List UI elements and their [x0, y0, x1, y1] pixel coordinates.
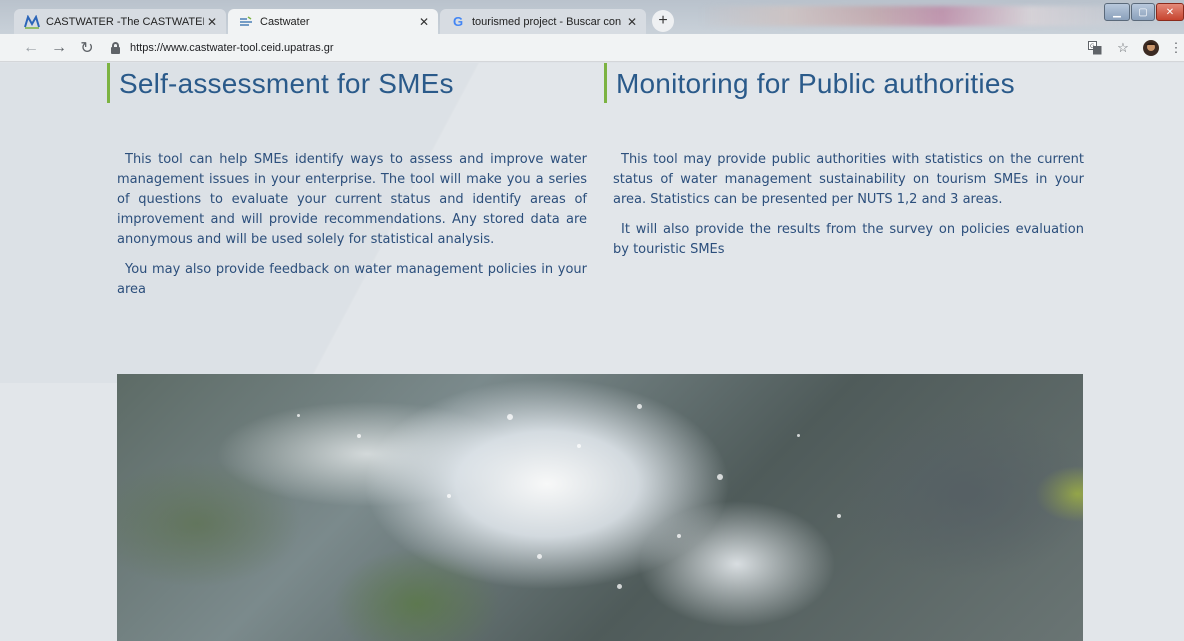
- tab-title: CASTWATER -The CASTWATER t: [46, 15, 204, 28]
- menu-icon[interactable]: ⋮: [1170, 39, 1183, 57]
- monitoring-description: This tool may provide public authorities…: [613, 152, 1084, 207]
- self-assessment-feedback-text: You may also provide feedback on water m…: [117, 262, 587, 297]
- bookmark-star-icon[interactable]: ☆: [1114, 39, 1132, 57]
- tab-title: Castwater: [260, 15, 310, 28]
- url-text: https://www.castwater-tool.ceid.upatras.…: [130, 42, 334, 54]
- monitoring-survey-text: It will also provide the results from th…: [613, 222, 1084, 257]
- svg-text:G: G: [1090, 43, 1095, 50]
- address-bar: ← → ↻ https://www.castwater-tool.ceid.up…: [0, 34, 1184, 62]
- minimize-button[interactable]: ▁: [1104, 3, 1130, 21]
- forward-arrow-icon[interactable]: →: [48, 37, 70, 59]
- self-assessment-title[interactable]: Self-assessment for SMEs: [107, 63, 587, 103]
- window-close-button[interactable]: ✕: [1156, 3, 1184, 21]
- close-icon[interactable]: ✕: [624, 14, 640, 30]
- monitoring-section: Monitoring for Public authorities This t…: [604, 63, 1084, 270]
- page-content: Self-assessment for SMEs This tool can h…: [0, 63, 1184, 641]
- lock-icon: [110, 42, 122, 54]
- tab-castwater-project[interactable]: CASTWATER -The CASTWATER t ✕: [14, 9, 226, 34]
- back-arrow-icon[interactable]: ←: [20, 37, 42, 59]
- close-icon[interactable]: ✕: [204, 14, 220, 30]
- tab-castwater[interactable]: Castwater ✕: [228, 9, 438, 34]
- tab-title: tourismed project - Buscar con G: [472, 15, 624, 28]
- translate-icon[interactable]: G: [1086, 39, 1104, 57]
- tab-google-search[interactable]: G tourismed project - Buscar con G ✕: [440, 9, 646, 34]
- google-icon: G: [452, 14, 464, 29]
- self-assessment-section: Self-assessment for SMEs This tool can h…: [107, 63, 587, 310]
- url-field[interactable]: https://www.castwater-tool.ceid.upatras.…: [110, 37, 334, 59]
- close-icon[interactable]: ✕: [416, 14, 432, 30]
- castwater-site-icon: [238, 14, 254, 30]
- new-tab-button[interactable]: +: [652, 10, 674, 32]
- maximize-button[interactable]: ▢: [1131, 3, 1155, 21]
- castwater-logo-icon: [24, 14, 40, 30]
- monitoring-title[interactable]: Monitoring for Public authorities: [604, 63, 1084, 103]
- profile-avatar[interactable]: [1142, 39, 1160, 57]
- self-assessment-description: This tool can help SMEs identify ways to…: [117, 152, 587, 247]
- tab-strip: CASTWATER -The CASTWATER t ✕ Castwater ✕…: [0, 0, 1184, 34]
- reload-icon[interactable]: ↻: [76, 37, 98, 59]
- water-splash-image: [117, 374, 1083, 641]
